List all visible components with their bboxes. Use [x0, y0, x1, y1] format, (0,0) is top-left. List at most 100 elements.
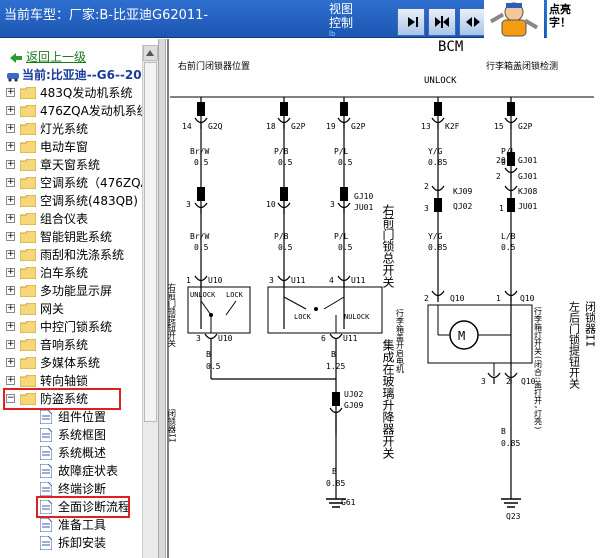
expand-icon[interactable]: + [6, 196, 15, 205]
motor-symbol: M [458, 329, 465, 343]
wire-gauge: 0.85 [501, 439, 520, 448]
expand-icon[interactable]: + [6, 178, 15, 187]
expand-button[interactable] [459, 8, 487, 36]
sidebar-tree: 返回上一级 当前:比亚迪--G6--2011 +483Q发动机系统 +476ZQA… [0, 39, 158, 558]
wire-label: Y/G [428, 147, 443, 156]
connector-label: Q10 [450, 294, 465, 303]
pin-label: 3 [330, 200, 335, 209]
wiring-diagram: BCM 右前门闭锁器位置 UNLOCK 行李箱盖闭锁检测 14 G2Q Br/W… [166, 39, 600, 558]
connector-label: JU01 [518, 202, 537, 211]
tree-item-label: 音响系统 [40, 338, 89, 352]
expand-icon[interactable]: + [6, 88, 15, 97]
folder-icon [20, 177, 36, 189]
tree-item-label: 多媒体系统 [40, 356, 101, 370]
expand-icon[interactable]: + [6, 358, 15, 367]
pin-label: 13 [421, 122, 431, 131]
document-icon [40, 518, 52, 532]
pin-label: 3 [196, 334, 201, 343]
expand-icon[interactable]: + [6, 142, 15, 151]
pin-label: 2 [424, 294, 429, 303]
sub-tree-item-label: 组件位置 [58, 410, 107, 424]
pane-divider[interactable] [158, 39, 166, 558]
arrow-right-bar-icon [408, 17, 418, 27]
sidebar-scrollbar[interactable] [142, 45, 158, 558]
folder-icon [20, 375, 36, 387]
scroll-up-button[interactable] [143, 45, 158, 61]
connector-label: U10 [218, 334, 233, 343]
ground-label: G61 [341, 498, 356, 507]
expand-icon[interactable]: + [6, 124, 15, 133]
window-title: 当前车型：厂家:B-比亚迪G62011- [4, 8, 209, 23]
motor-label: 行李箱盖开启电机 [396, 308, 405, 374]
folder-icon [20, 213, 36, 225]
pin-label: 3 [424, 204, 429, 213]
bcm-title: BCM [438, 39, 463, 55]
expand-icon[interactable]: + [6, 304, 15, 313]
tree-item-label: 空调系统(483QB) [40, 194, 138, 208]
help-notice: 点亮 字！ [546, 0, 600, 38]
expand-icon[interactable]: + [6, 232, 15, 241]
wire-label: P/L [334, 147, 349, 156]
expand-icon[interactable]: + [6, 214, 15, 223]
car-icon [7, 73, 19, 82]
expand-icon[interactable]: + [6, 250, 15, 259]
expand-icon[interactable]: + [6, 340, 15, 349]
expand-icon[interactable]: + [6, 322, 15, 331]
rear-left-label: 左后门锁提钮开关 [568, 301, 581, 390]
folder-icon [20, 285, 36, 297]
sub-tree-item-label: 系统框图 [58, 428, 107, 442]
fit-width-button[interactable] [428, 8, 456, 36]
wire-label: Y/G [428, 232, 443, 241]
connector-label: Q10 [520, 294, 535, 303]
trunk-switch-label: 行李箱灯开关(闭合:盖打开,灯亮) [534, 306, 543, 430]
pin-label: 6 [321, 334, 326, 343]
wire-gauge: 0.5 [194, 158, 209, 167]
document-icon [40, 428, 52, 442]
label-unlock-top: UNLOCK [424, 76, 457, 86]
connector-label: JU01 [354, 203, 373, 212]
folder-icon [20, 195, 36, 207]
expand-icon[interactable]: + [6, 106, 15, 115]
pin-label: 10 [266, 200, 276, 209]
wire-gauge: 0.5 [278, 243, 293, 252]
wire-gauge: 0.5 [338, 243, 353, 252]
tree-item-label: 智能钥匙系统 [40, 230, 113, 244]
wire-gauge: 0.5 [501, 243, 516, 252]
expand-icon[interactable]: + [6, 376, 15, 385]
label-trunk-detect: 行李箱盖闭锁检测 [486, 60, 558, 72]
wire-label: B [501, 427, 506, 436]
expand-icon[interactable]: + [6, 268, 15, 277]
pin-label: 15 [494, 122, 504, 131]
scroll-thumb[interactable] [144, 62, 157, 422]
tree-item-label: 476ZQA发动机系统 [40, 104, 149, 118]
document-icon [40, 446, 52, 460]
document-icon [40, 410, 52, 424]
tree-item-label: 组合仪表 [40, 212, 89, 226]
sub-tree-item-label: 拆卸安装 [58, 536, 107, 550]
pin-label: 2 [424, 182, 429, 191]
highlight-diagnosis-flow [36, 496, 130, 518]
folder-icon [20, 321, 36, 333]
step-forward-button[interactable] [397, 8, 425, 36]
right-front-switch-label: 右前门锁总开关 [381, 203, 395, 288]
wire-gauge: 0.5 [338, 158, 353, 167]
expand-icon[interactable]: + [6, 160, 15, 169]
tree-item-label: 多功能显示屏 [40, 284, 113, 298]
pin-label: 1 [186, 276, 191, 285]
folder-icon [20, 87, 36, 99]
tree-item-label: 483Q发动机系统 [40, 86, 133, 100]
wire-label: Br/W [190, 147, 209, 156]
wire-label: B [206, 350, 211, 359]
sub-tree-item-label: 准备工具 [58, 518, 107, 532]
pin-label: 1 [499, 204, 504, 213]
view-control-label: 视图 控制 lb [329, 2, 354, 38]
folder-icon [20, 249, 36, 261]
connector-label: KJ09 [453, 187, 472, 196]
expand-icon[interactable]: + [6, 286, 15, 295]
fit-arrows-icon [435, 16, 449, 28]
connector-label: U11 [291, 276, 306, 285]
connector-label: G2P [291, 122, 306, 131]
connector-label: U10 [208, 276, 223, 285]
highlight-antitheft [3, 388, 121, 410]
back-arrow-icon [10, 53, 22, 63]
